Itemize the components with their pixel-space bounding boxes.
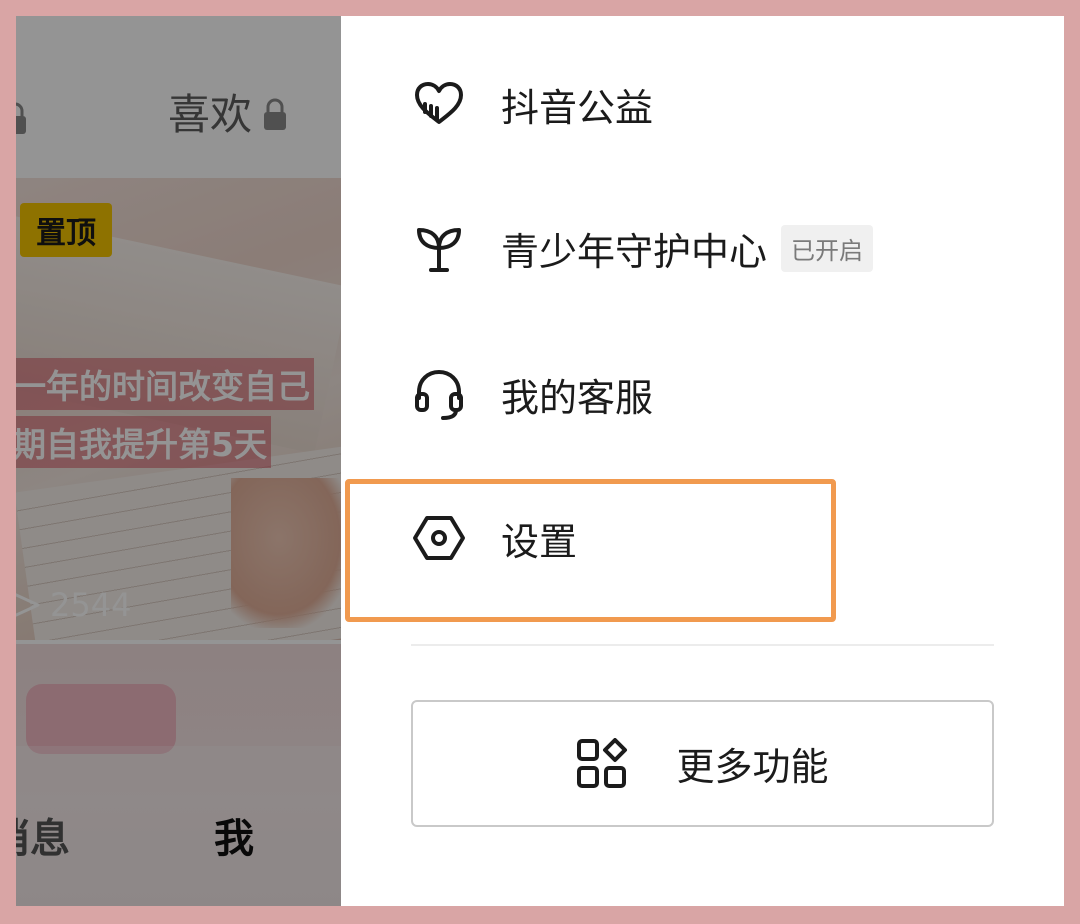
status-badge: 已开启 (781, 224, 874, 272)
side-drawer: 抖音公益 青少年守护中心 已开启 我的客服 设置 更多功能 (341, 16, 1064, 906)
divider (411, 644, 994, 646)
headset-icon (415, 369, 463, 420)
menu-item-youth-protection[interactable]: 青少年守护中心 已开启 (411, 208, 874, 288)
menu-item-charity[interactable]: 抖音公益 (411, 64, 653, 144)
menu-item-customer-service[interactable]: 我的客服 (411, 354, 653, 434)
heart-charity-icon (415, 82, 463, 124)
sprout-icon (417, 228, 461, 272)
menu-item-customer-service-label: 我的客服 (501, 375, 654, 420)
more-features-label: 更多功能 (676, 745, 829, 789)
menu-item-charity-label: 抖音公益 (501, 85, 654, 130)
apps-grid-icon (577, 737, 628, 788)
profile-page-background: 喜欢 置顶 用一年的时间改变自己 学期自我提升第5天 2544 (16, 16, 341, 906)
menu-item-youth-protection-label: 青少年守护中心 (501, 229, 768, 274)
screen: 喜欢 置顶 用一年的时间改变自己 学期自我提升第5天 2544 (16, 16, 1064, 906)
more-features-button[interactable]: 更多功能 (411, 700, 994, 827)
dim-overlay[interactable] (16, 16, 341, 906)
highlight-box (345, 479, 836, 622)
